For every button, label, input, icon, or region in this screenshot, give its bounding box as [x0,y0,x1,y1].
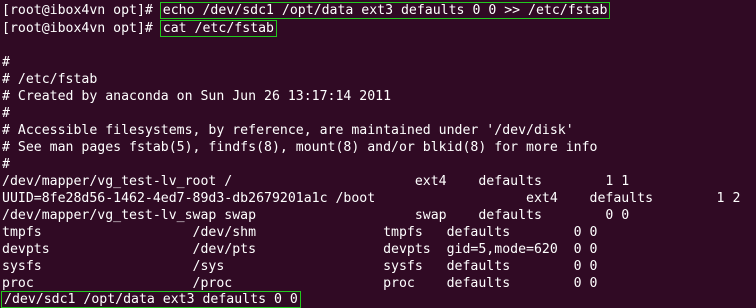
echo-command-text: echo /dev/sdc1 /opt/data ext3 defaults 0… [159,2,611,19]
shell-prompt: [root@ibox4vn opt]# [2,21,161,36]
terminal-window[interactable]: [root@ibox4vn opt]# echo /dev/sdc1 /opt/… [0,0,756,308]
output-line: # [2,157,10,172]
shell-prompt: [root@ibox4vn opt]# [2,3,161,18]
output-line: # [2,55,10,70]
output-line: # Accessible filesystems, by reference, … [2,123,574,138]
terminal-line-echo-command: [root@ibox4vn opt]# echo /dev/sdc1 /opt/… [2,2,611,19]
new-fstab-entry: /dev/sdc1 /opt/data ext3 defaults 0 0 [1,291,301,308]
output-line: # /etc/fstab [2,72,98,87]
fstab-entry: /dev/mapper/vg_test-lv_root / ext4 defau… [2,174,630,189]
fstab-entry: tmpfs /dev/shm tmpfs defaults 0 0 [2,225,598,240]
terminal-line-new-entry: /dev/sdc1 /opt/data ext3 defaults 0 0 [1,291,301,308]
fstab-entry: sysfs /sys sysfs defaults 0 0 [2,259,598,274]
fstab-entry: devpts /dev/pts devpts gid=5,mode=620 0 … [2,242,598,257]
cat-command-text: cat /etc/fstab [159,20,277,37]
terminal-line-cat-command: [root@ibox4vn opt]# cat /etc/fstab [2,20,277,37]
output-line: # [2,106,10,121]
output-line: # Created by anaconda on Sun Jun 26 13:1… [2,89,392,104]
output-line: # See man pages fstab(5), findfs(8), mou… [2,140,598,155]
fstab-entry: /dev/mapper/vg_test-lv_swap swap swap de… [2,208,630,223]
fstab-entry: proc /proc proc defaults 0 0 [2,276,598,291]
fstab-entry: UUID=8fe28d56-1462-4ed7-89d3-db2679201a1… [2,191,741,206]
